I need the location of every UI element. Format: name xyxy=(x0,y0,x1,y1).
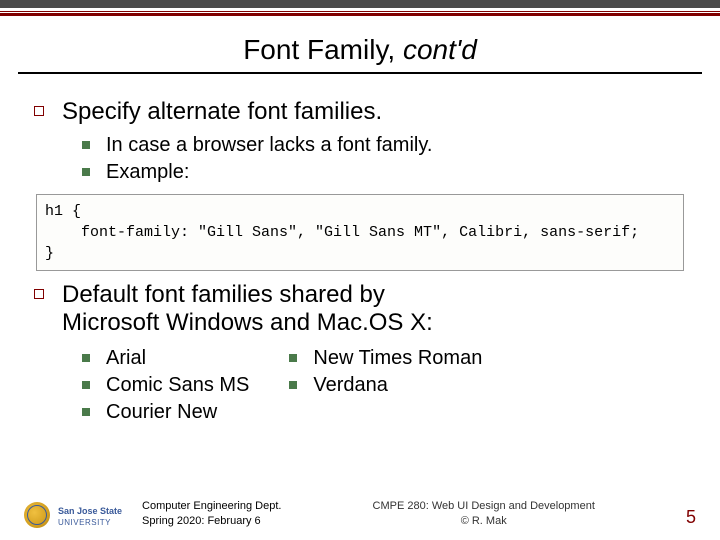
footer-left: San Jose State UNIVERSITY Computer Engin… xyxy=(24,499,281,528)
university-logo-icon xyxy=(24,502,50,528)
top-bar xyxy=(0,0,720,8)
bullet-2: Default font families shared by Microsof… xyxy=(34,281,696,428)
bullet-2-text: Default font families shared by Microsof… xyxy=(62,281,433,337)
footer-center: CMPE 280: Web UI Design and Development … xyxy=(373,499,595,528)
footer-institution: San Jose State xyxy=(58,506,122,518)
slide-title: Font Family, cont'd xyxy=(0,34,720,66)
title-plain: Font Family, xyxy=(243,34,403,65)
font-list-columns: Arial Comic Sans MS Courier New New Time… xyxy=(82,347,696,428)
accent-bar-thick xyxy=(0,13,720,16)
filled-square-icon xyxy=(82,408,90,416)
bullet-2-line2: Microsoft Windows and Mac.OS X: xyxy=(62,309,433,336)
font-list-col2: New Times Roman Verdana xyxy=(289,347,482,428)
sub-1b-text: Example: xyxy=(106,161,189,184)
bullet-1: Specify alternate font families. In case… xyxy=(34,98,696,184)
font-list-col1: Arial Comic Sans MS Courier New xyxy=(82,347,249,428)
filled-square-icon xyxy=(82,141,90,149)
hollow-square-icon xyxy=(34,289,44,299)
title-italic: cont'd xyxy=(403,34,477,65)
filled-square-icon xyxy=(82,168,90,176)
font-item: Verdana xyxy=(313,374,388,397)
accent-bar xyxy=(0,11,720,12)
filled-square-icon xyxy=(82,381,90,389)
filled-square-icon xyxy=(289,354,297,362)
page-number: 5 xyxy=(686,507,696,528)
footer-dept-line2: Spring 2020: February 6 xyxy=(142,514,281,528)
font-item: Arial xyxy=(106,347,146,370)
sub-bullets-1: In case a browser lacks a font family. E… xyxy=(82,134,696,184)
font-item: New Times Roman xyxy=(313,347,482,370)
footer-left-text: San Jose State UNIVERSITY xyxy=(58,506,122,528)
sub-1a-text: In case a browser lacks a font family. xyxy=(106,134,432,157)
bullet-1-text: Specify alternate font families. xyxy=(62,98,382,126)
footer-course-line1: CMPE 280: Web UI Design and Development xyxy=(373,499,595,513)
slide-content: Specify alternate font families. In case… xyxy=(0,74,720,428)
slide-footer: San Jose State UNIVERSITY Computer Engin… xyxy=(0,499,720,528)
bullet-2-line1: Default font families shared by xyxy=(62,281,385,308)
footer-course-line2: © R. Mak xyxy=(373,514,595,528)
font-item: Courier New xyxy=(106,401,217,424)
footer-dept: Computer Engineering Dept. Spring 2020: … xyxy=(142,499,281,528)
code-example: h1 { font-family: "Gill Sans", "Gill San… xyxy=(36,194,684,271)
filled-square-icon xyxy=(289,381,297,389)
footer-dept-line1: Computer Engineering Dept. xyxy=(142,499,281,513)
filled-square-icon xyxy=(82,354,90,362)
hollow-square-icon xyxy=(34,106,44,116)
font-item: Comic Sans MS xyxy=(106,374,249,397)
footer-university: UNIVERSITY xyxy=(58,518,122,528)
